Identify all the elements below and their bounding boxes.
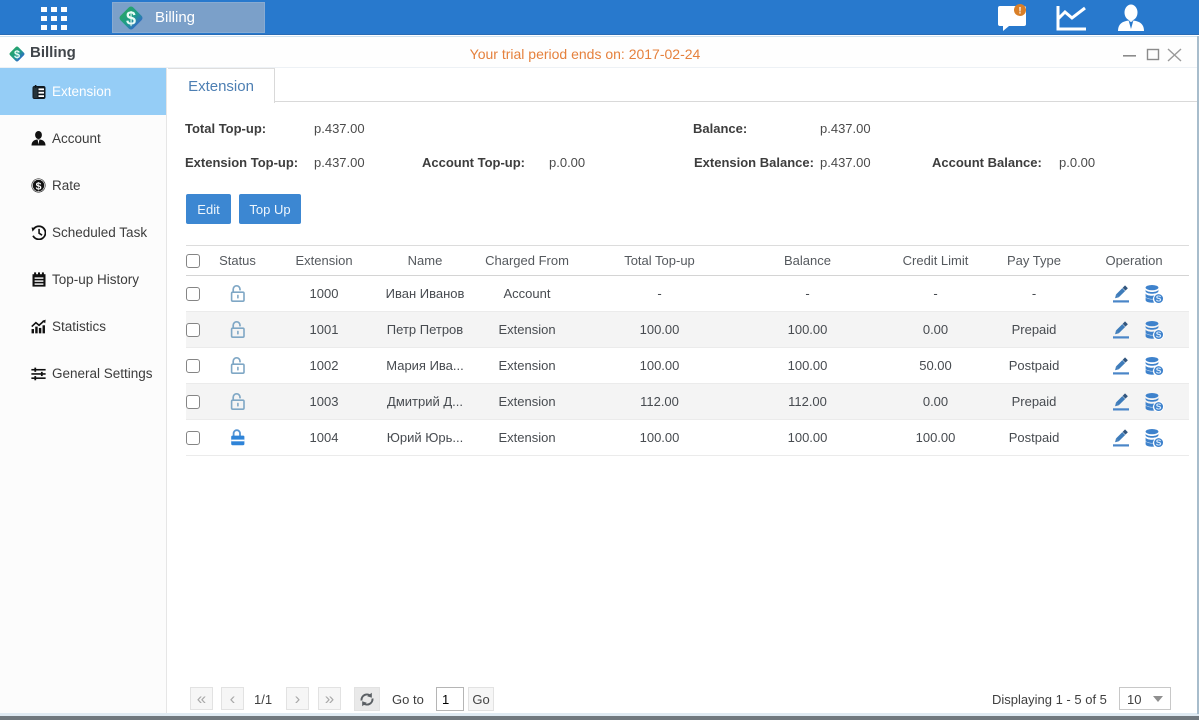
svg-text:$: $ [126, 8, 136, 28]
svg-text:$: $ [36, 180, 42, 192]
svg-text:S: S [1156, 329, 1162, 339]
svg-text:S: S [1156, 293, 1162, 303]
svg-text:S: S [1156, 437, 1162, 447]
svg-text:S: S [1156, 365, 1162, 375]
svg-text:!: ! [1019, 6, 1022, 16]
svg-text:S: S [1156, 401, 1162, 411]
